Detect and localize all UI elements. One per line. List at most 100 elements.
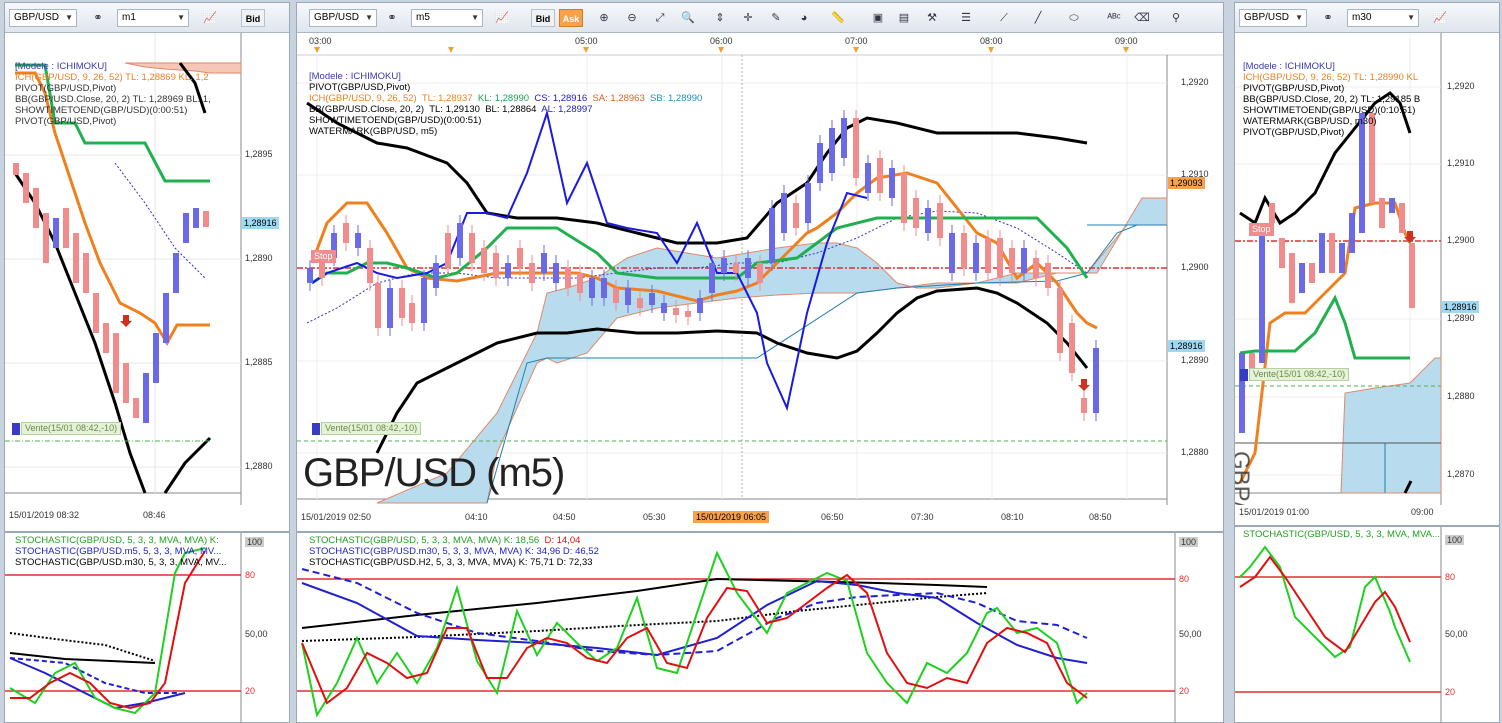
link-icon[interactable]: ⚭: [87, 9, 109, 27]
price-chart[interactable]: [Modele : ICHIMOKU] ICH(GBP/USD, 9, 26, …: [5, 33, 289, 520]
candle: [355, 233, 361, 248]
candle: [493, 253, 499, 278]
stochastic-chart[interactable]: STOCHASTIC(GBP/USD, 5, 3, 3, MVA, MVA) K…: [297, 531, 1223, 722]
chevron-down-icon: ▼: [471, 13, 479, 22]
lines-icon[interactable]: ☰: [955, 9, 977, 27]
edit-icon[interactable]: ✎: [765, 9, 787, 27]
legend-bollinger: BB(GBP/USD.Close, 20, 2) TL: 1,29130 BL:…: [309, 104, 702, 115]
timeframe-value: m1: [122, 12, 136, 23]
current-price-tag: 1,28916: [1442, 301, 1479, 313]
stoch-m5-text: STOCHASTIC(GBP/USD, 5, 3, 3, MVA, MVA) K…: [309, 535, 540, 546]
stoch-level: 80: [1445, 572, 1456, 582]
indicator-legend: [Modele : ICHIMOKU] ICH(GBP/USD, 9, 26, …: [1243, 61, 1420, 138]
fit-height-icon[interactable]: ⇕: [709, 9, 731, 27]
symbol-select[interactable]: GBP/USD ▼: [309, 9, 377, 27]
text-icon[interactable]: ᴬᴮᶜ: [1103, 9, 1125, 27]
legend-pivot-2: PIVOT(GBP/USD,Pivot): [15, 116, 117, 127]
rotated-watermark: GBP/USD (m30): [1235, 451, 1254, 505]
bb-al: AL: 1,28997: [541, 104, 593, 115]
candle: [375, 283, 381, 328]
symbol-select[interactable]: GBP/USD ▼: [1239, 9, 1307, 27]
candle: [685, 311, 691, 317]
timeframe-select[interactable]: m30 ▼: [1347, 9, 1419, 27]
stochastic-chart[interactable]: STOCHASTIC(GBP/USD, 5, 3, 3, MVA, MVA) K…: [5, 531, 289, 722]
stochastic-chart[interactable]: STOCHASTIC(GBP/USD, 5, 3, 3, MVA, MVA...…: [1235, 525, 1499, 722]
legend-timetoend: SHOWTIMETOEND(GBP/USD)(0:10:51): [1243, 105, 1416, 116]
candle: [529, 263, 535, 283]
candle: [793, 203, 799, 228]
sell-signal-label: Vente(15/01 08:42,-10): [12, 422, 122, 435]
candle: [577, 273, 583, 293]
time-label: 08:10: [1001, 512, 1024, 522]
candle: [877, 158, 883, 193]
price-chart[interactable]: [Modele : ICHIMOKU] PIVOT(GBP/USD,Pivot)…: [297, 33, 1223, 523]
price-label: 1,2900: [1447, 235, 1475, 245]
stoch-level: 80: [245, 570, 256, 580]
ellipse-icon[interactable]: ⬭: [1063, 9, 1085, 27]
symbol-select[interactable]: GBP/USD ▼: [9, 9, 77, 27]
timeframe-select[interactable]: m1 ▼: [117, 9, 189, 27]
candle: [421, 278, 427, 323]
chart-window-m30: GBP/USD ▼ ⚭ m30 ▼ 📈 [Modele: ICHIMOKU] …: [1234, 2, 1500, 723]
bid-button[interactable]: Bid: [531, 9, 555, 27]
legend-pivot: PIVOT(GBP/USD,Pivot): [15, 83, 117, 94]
candle: [1057, 288, 1063, 353]
timeframe-value: m30: [1352, 12, 1372, 23]
legend-pivot: PIVOT(GBP/USD,Pivot): [1243, 83, 1345, 94]
top-time-label: 08:00: [980, 36, 1003, 46]
chevron-down-icon: ▼: [1295, 13, 1303, 22]
chart-type-icon[interactable]: 📈: [1429, 9, 1451, 27]
link-icon[interactable]: ⚭: [381, 9, 403, 27]
link-icon[interactable]: ⚭: [1317, 9, 1339, 27]
image-icon[interactable]: ▣: [867, 9, 889, 27]
legend-ichimoku: ICH(GBP/USD, 9, 26, 52) TL: 1,28869 KL: …: [15, 72, 209, 83]
price-chart[interactable]: GBP/USD (m30) [Modele : ICHIMOKU] ICH(GB…: [1235, 33, 1499, 517]
candle: [517, 248, 523, 268]
candle: [565, 268, 571, 288]
price-label: 1,2880: [245, 461, 273, 471]
chart-type-icon[interactable]: 📈: [199, 9, 221, 27]
hierarchy-icon[interactable]: ⚲: [1165, 9, 1187, 27]
eraser-icon[interactable]: ⌫: [1131, 9, 1153, 27]
timeframe-value: m5: [416, 12, 430, 23]
candle: [307, 268, 313, 283]
trendline-icon[interactable]: ╱: [1027, 9, 1049, 27]
stoch-legend-m30: STOCHASTIC(GBP/USD.m30, 5, 3, 3, MVA, MV…: [15, 557, 227, 568]
zoom-fit-icon[interactable]: 🔍: [677, 9, 699, 27]
chart-toolbar: GBP/USD ▼ ⚭ m1 ▼ 📈 Bid: [5, 3, 289, 33]
candle: [841, 118, 847, 158]
chart-window-m1: GBP/USD ▼ ⚭ m1 ▼ 📈 Bid [Modele: ICHIMOK…: [4, 2, 290, 723]
legend-timetoend: SHOWTIMETOEND(GBP/USD)(0:00:51): [15, 105, 188, 116]
timeframe-select[interactable]: m5 ▼: [411, 9, 483, 27]
chart-type-icon[interactable]: 📈: [491, 9, 513, 27]
symbol-value: GBP/USD: [314, 12, 360, 23]
zoom-in-icon[interactable]: ⊕: [593, 9, 615, 27]
crosshair-date-badge: 15/01/2019 06:05: [693, 511, 770, 523]
stop-text: Stop: [1252, 224, 1271, 234]
indicator-legend: [Modele : ICHIMOKU] ICH(GBP/USD, 9, 26, …: [15, 61, 211, 127]
bid-button[interactable]: Bid: [241, 9, 265, 27]
candle: [1081, 398, 1087, 413]
price-label: 1,2870: [1447, 469, 1475, 479]
top-time-label: 07:00: [845, 36, 868, 46]
time-label: 05:30: [643, 512, 666, 522]
ask-button[interactable]: Ask: [559, 9, 583, 27]
zoom-select-icon[interactable]: ⤢: [649, 9, 671, 27]
candle: [937, 203, 943, 238]
crosshair-icon[interactable]: ✛: [737, 9, 759, 27]
fan-icon[interactable]: ⟋: [993, 9, 1015, 27]
ruler-icon[interactable]: 📏: [827, 9, 849, 27]
candle: [661, 303, 667, 313]
chevron-down-icon: ▼: [65, 13, 73, 22]
price-label: 1,2885: [245, 357, 273, 367]
palette-icon[interactable]: ◕: [793, 9, 815, 27]
zoom-out-icon[interactable]: ⊖: [621, 9, 643, 27]
candle: [601, 278, 607, 298]
candle: [433, 263, 439, 288]
candle: [457, 223, 463, 258]
candle: [925, 208, 931, 233]
tools-icon[interactable]: ⚒: [921, 9, 943, 27]
stochastic-legend: STOCHASTIC(GBP/USD, 5, 3, 3, MVA, MVA) K…: [15, 535, 227, 568]
template-icon[interactable]: ▤: [893, 9, 915, 27]
stoch-level: 20: [245, 686, 256, 696]
